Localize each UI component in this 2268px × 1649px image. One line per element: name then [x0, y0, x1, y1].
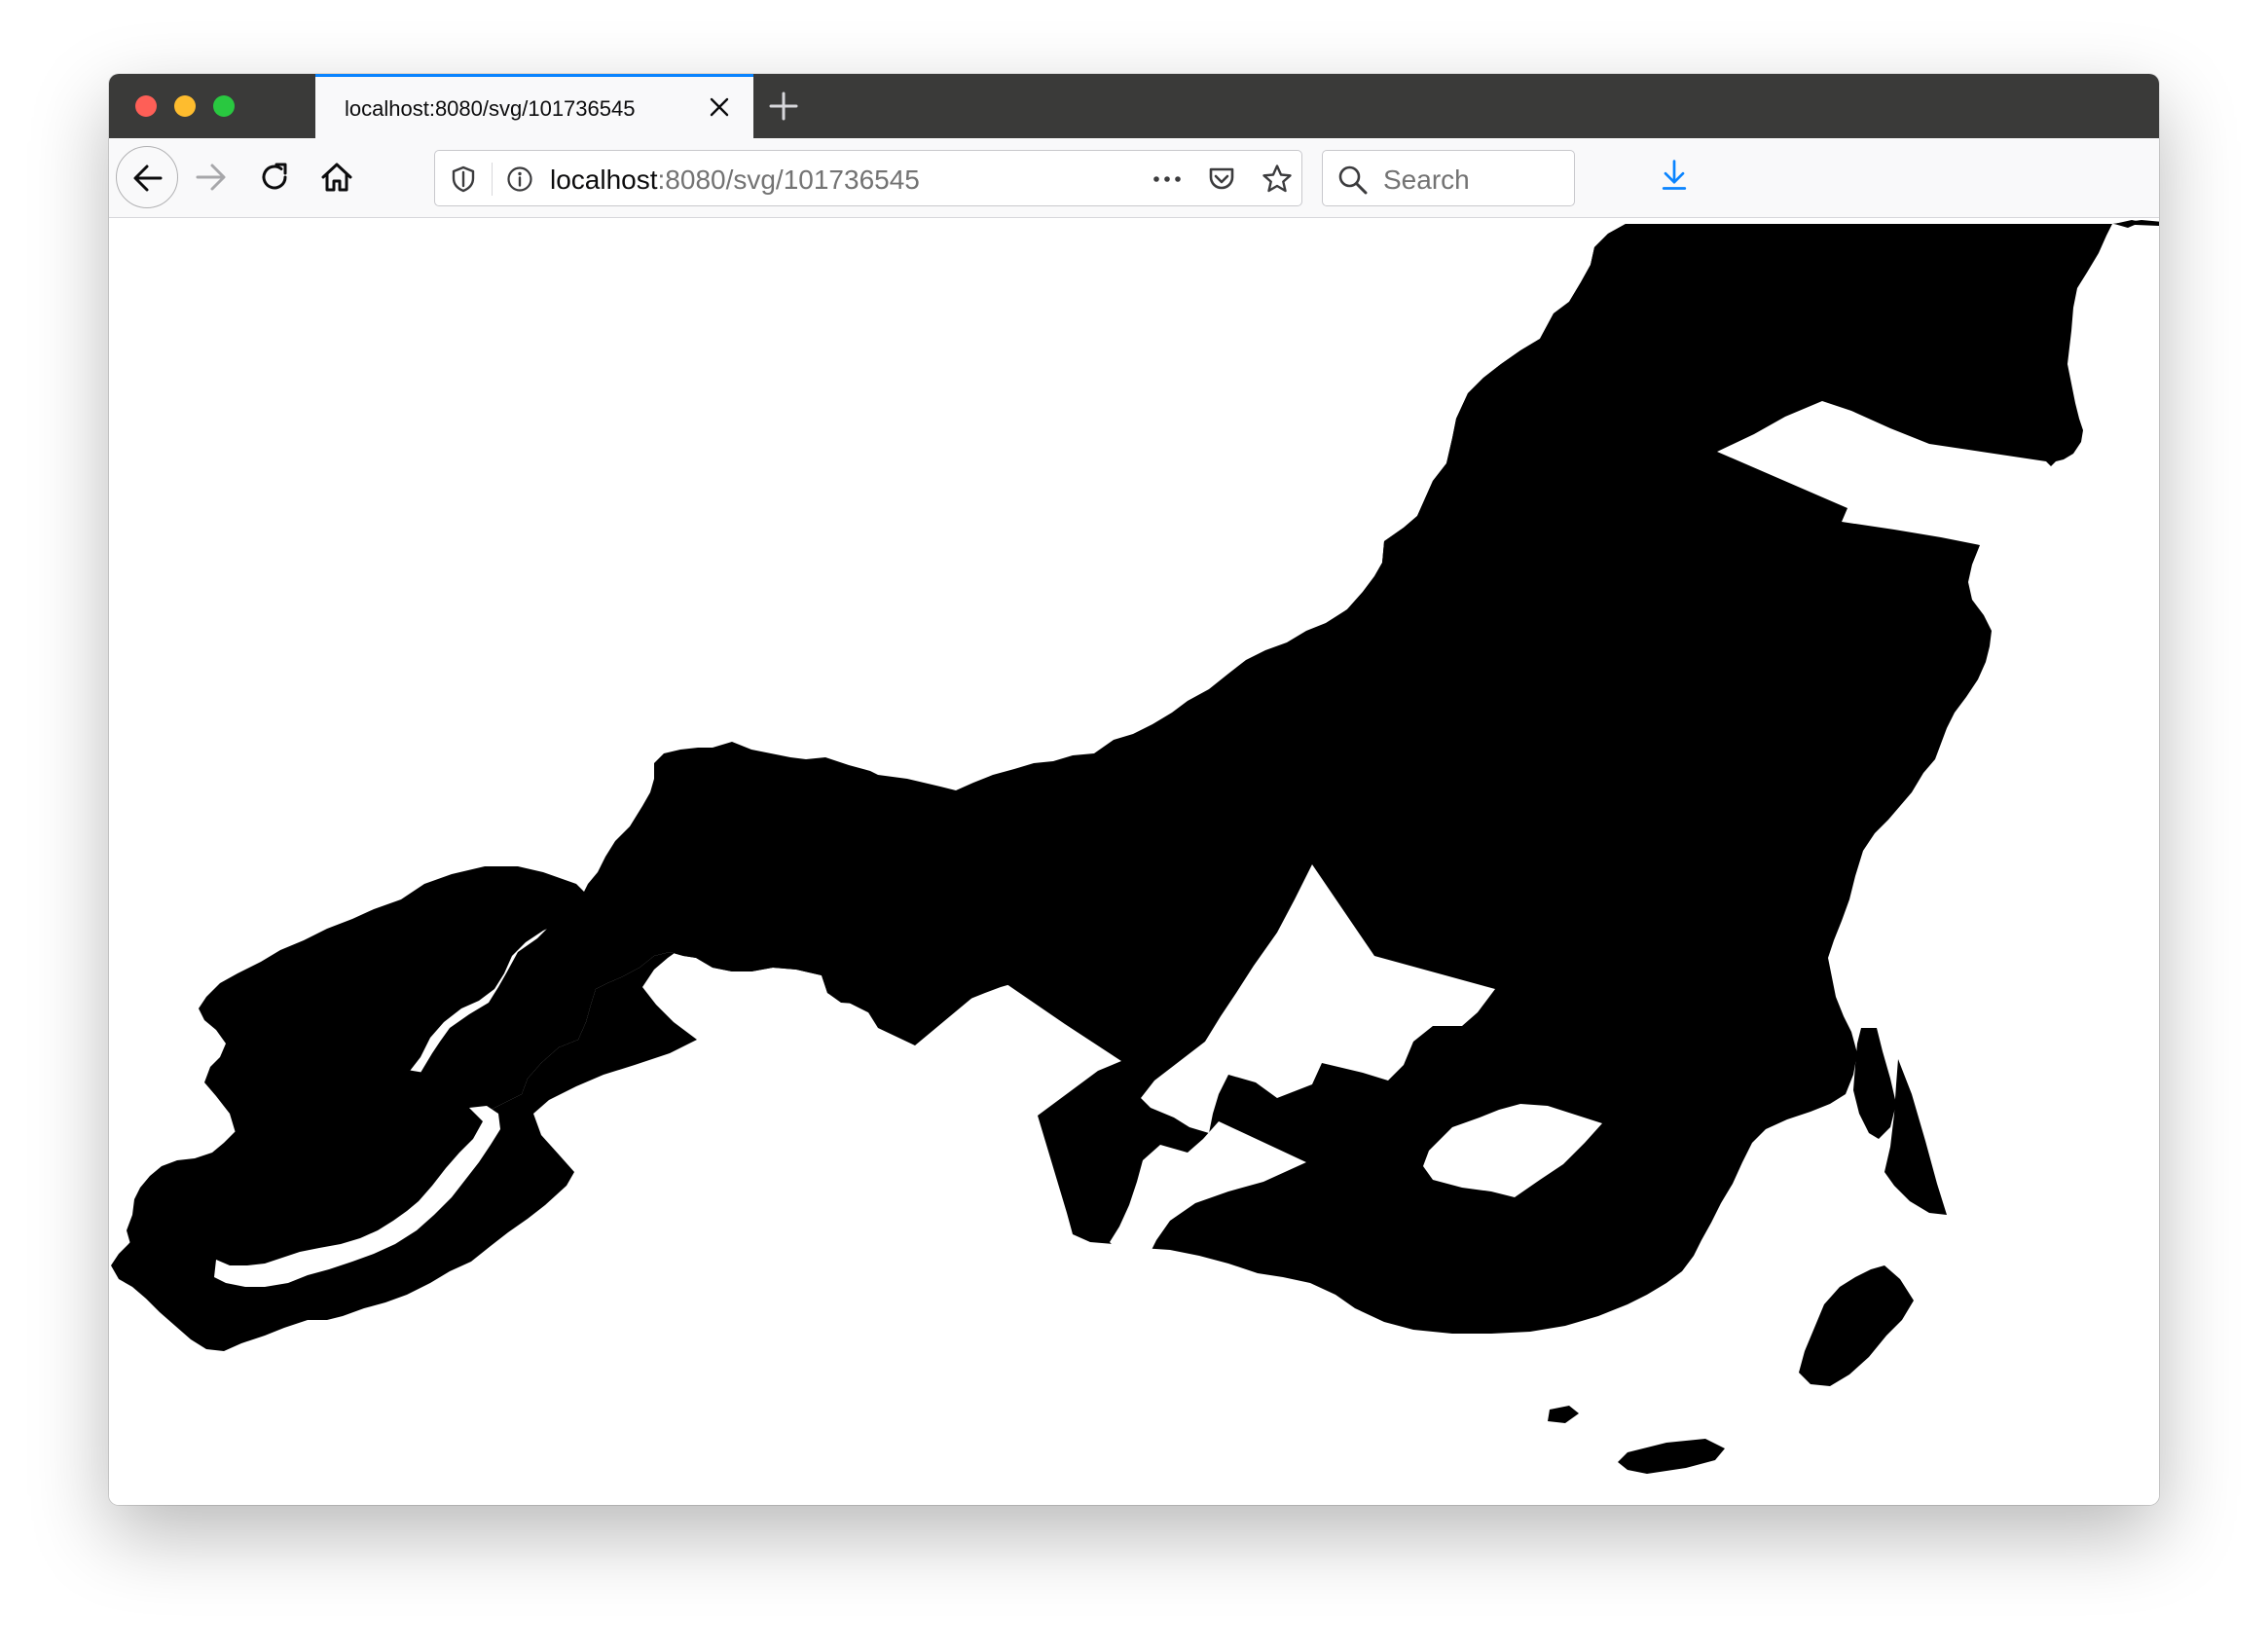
browser-window: localhost:8080/svg/101736545 localhost:8… — [109, 74, 2159, 1505]
back-button[interactable] — [116, 146, 178, 208]
island-east-small-1 — [1853, 1028, 1896, 1139]
arrow-right-icon[interactable] — [194, 160, 229, 195]
arrow-left-icon — [133, 165, 163, 192]
info-icon[interactable] — [505, 165, 534, 194]
more-icon[interactable] — [1150, 165, 1185, 194]
home-icon[interactable] — [319, 160, 354, 195]
url-host: localhost — [550, 165, 658, 195]
reload-icon[interactable] — [257, 160, 292, 195]
close-icon[interactable] — [707, 94, 732, 120]
pocket-icon[interactable] — [1206, 164, 1237, 195]
plus-icon[interactable] — [767, 90, 800, 123]
tab-active[interactable]: localhost:8080/svg/101736545 — [315, 74, 753, 138]
map-svg — [111, 220, 2159, 1474]
search-bar[interactable]: Search — [1322, 150, 1575, 206]
island-south-tiny — [1548, 1406, 1579, 1423]
island-south-tip — [1618, 1439, 1725, 1474]
tab-title: localhost:8080/svg/101736545 — [345, 96, 636, 121]
url-path: :8080/svg/101736545 — [657, 165, 920, 195]
search-icon — [1338, 165, 1368, 195]
star-icon[interactable] — [1261, 163, 1294, 196]
url-text[interactable]: localhost:8080/svg/101736545 — [550, 165, 920, 196]
download-icon[interactable] — [1657, 158, 1692, 193]
island-south-east — [1799, 1265, 1914, 1386]
title-bar: localhost:8080/svg/101736545 — [109, 74, 2159, 138]
cutout-south-strip — [1121, 1275, 1316, 1347]
url-divider — [492, 163, 493, 196]
search-input[interactable]: Search — [1383, 165, 1470, 196]
page-content — [109, 218, 2159, 1505]
minimize-window-button[interactable] — [174, 95, 196, 117]
navigation-toolbar: localhost:8080/svg/101736545 Search — [109, 138, 2159, 218]
close-window-button[interactable] — [135, 95, 157, 117]
shield-icon[interactable] — [449, 165, 478, 194]
island-east-small-2 — [1884, 1059, 1947, 1215]
zoom-window-button[interactable] — [213, 95, 235, 117]
url-bar[interactable]: localhost:8080/svg/101736545 — [434, 150, 1302, 206]
